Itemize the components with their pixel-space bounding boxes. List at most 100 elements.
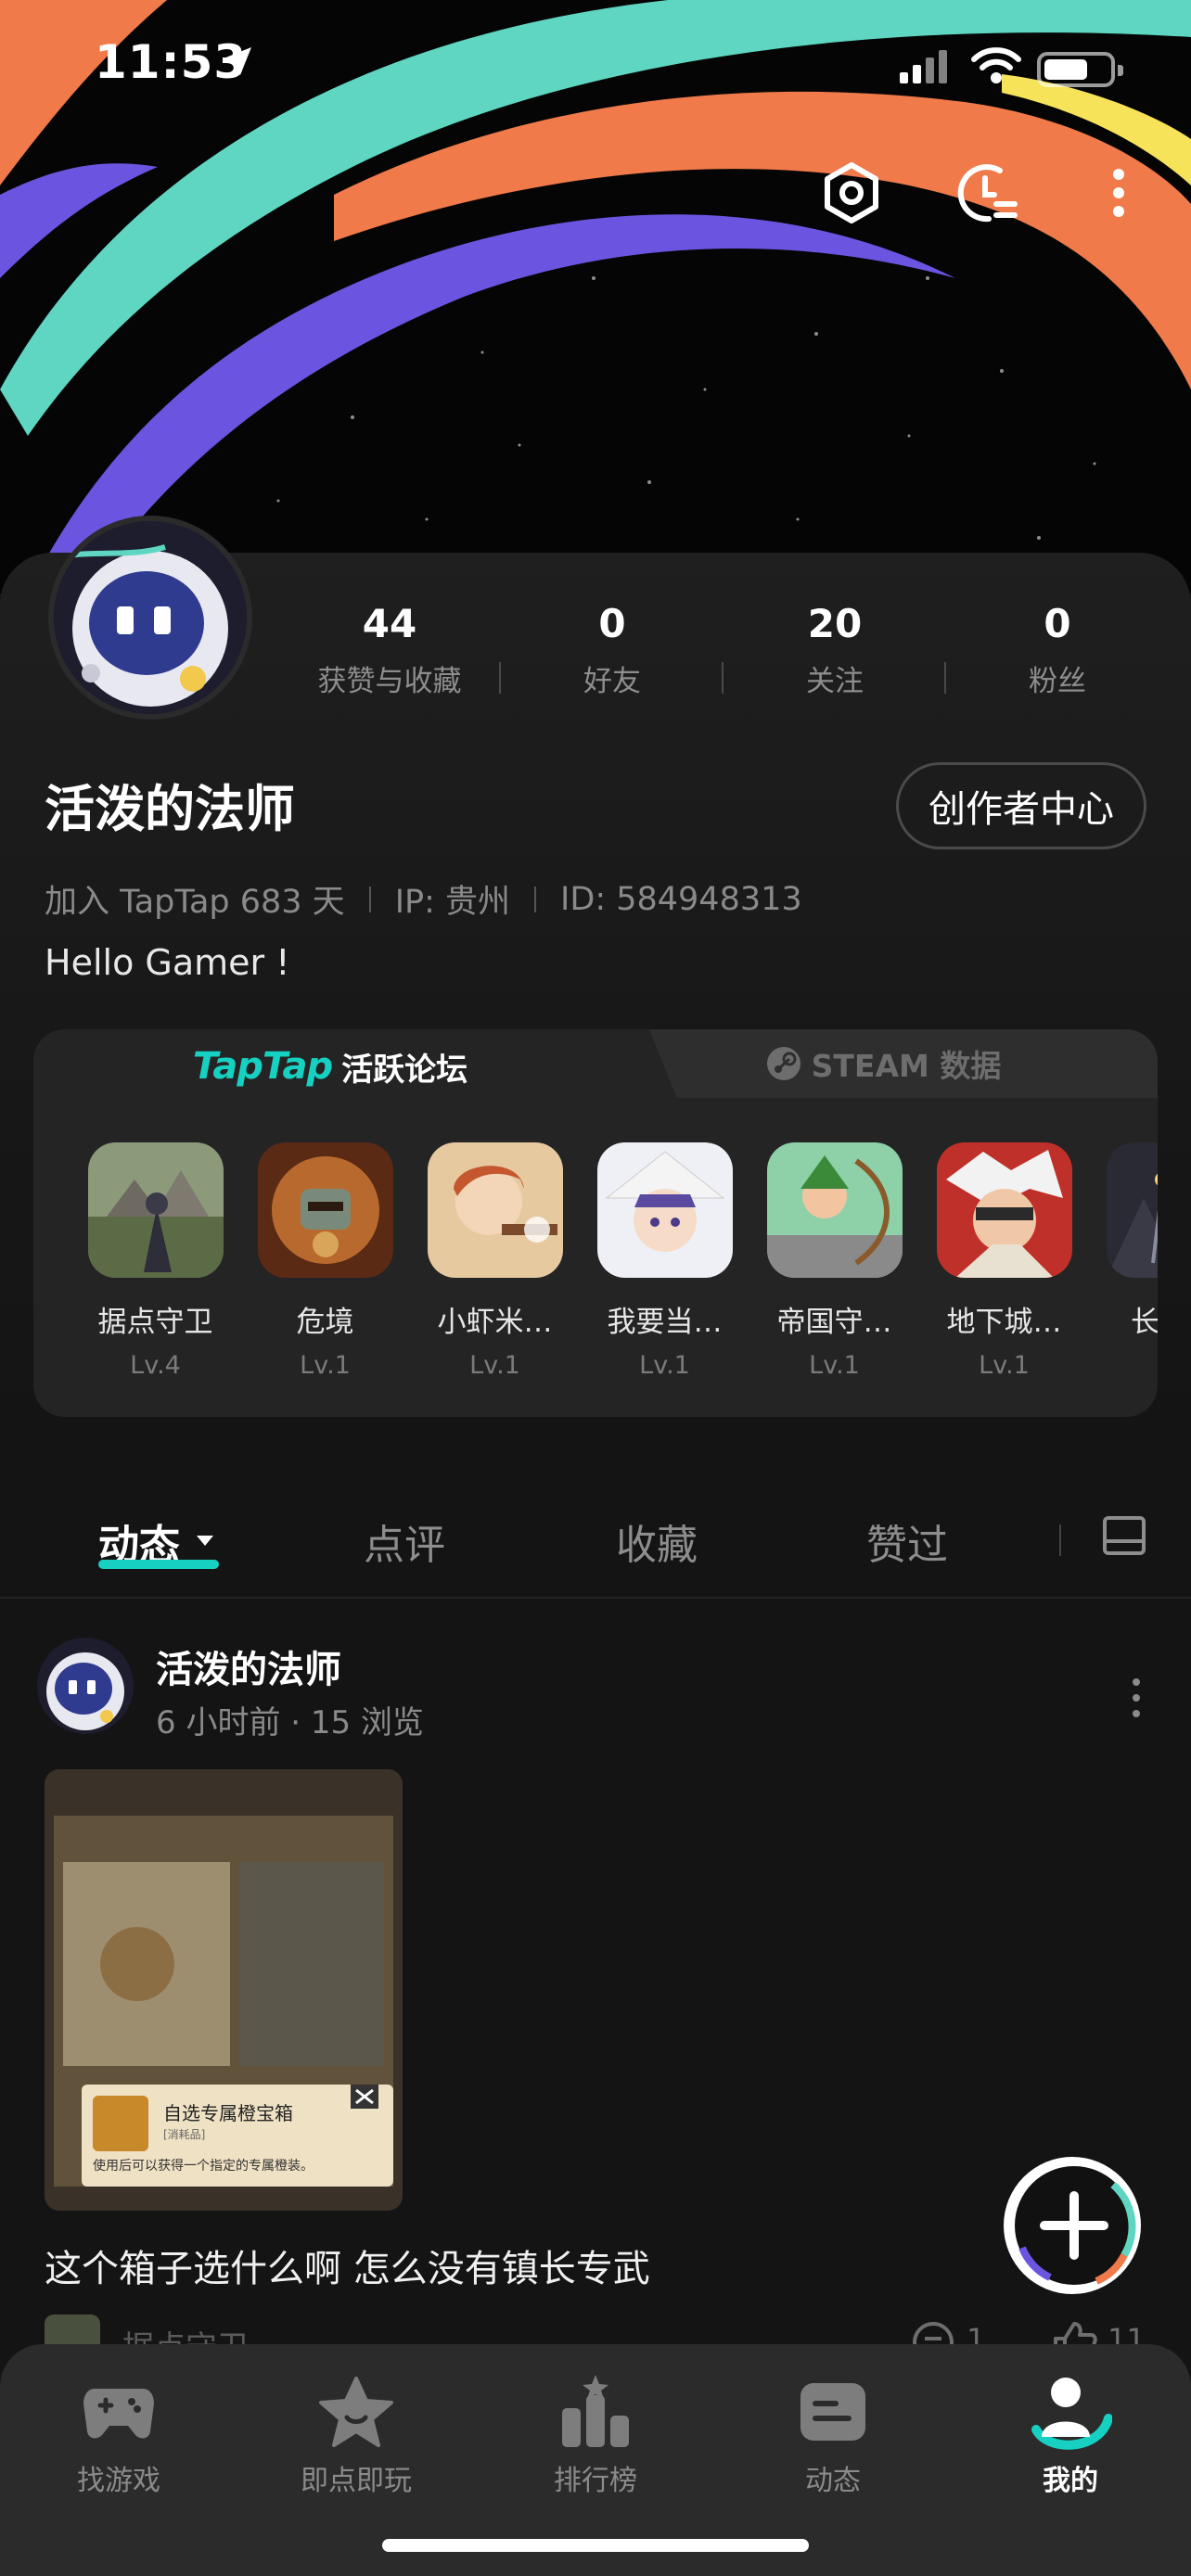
nav-find-games[interactable]: 找游戏: [45, 2370, 193, 2498]
panel-tabs: STEAM 数据 TapTap 活跃论坛: [33, 1029, 1158, 1103]
steam-icon: [766, 1047, 800, 1080]
join-days: 加入 TapTap 683 天: [45, 884, 345, 921]
tab-liked[interactable]: 赞过: [866, 1511, 948, 1571]
game-name: 帝国守…: [776, 1306, 892, 1339]
game-name: 我要当…: [607, 1306, 723, 1339]
post-more-icon[interactable]: [1122, 1675, 1150, 1721]
forum-game-item[interactable]: 危境 Lv.1: [240, 1142, 410, 1402]
game-icon: [936, 1142, 1072, 1278]
location-arrow-icon: [224, 47, 251, 75]
game-icon: [427, 1142, 563, 1278]
home-indicator[interactable]: [382, 2539, 809, 2552]
stat-label: 获赞与收藏: [317, 665, 462, 698]
game-level: Lv.1: [639, 1351, 690, 1380]
profile-icon: [1029, 2370, 1112, 2454]
tab-divider: [1059, 1524, 1061, 1556]
stat-value: 20: [807, 601, 863, 646]
meta-divider: [368, 886, 371, 912]
more-options-button[interactable]: [1082, 156, 1156, 230]
layout-toggle-icon[interactable]: [1102, 1513, 1146, 1558]
game-name: 地下城…: [946, 1306, 1062, 1339]
profile-username: 活泼的法师: [45, 780, 295, 838]
post-screenshot: 自选专属橙宝箱 [消耗品] 使用后可以获得一个指定的专属橙装。: [45, 1769, 403, 2211]
post-author-avatar[interactable]: [37, 1638, 134, 1734]
post-author-name[interactable]: 活泼的法师: [156, 1639, 341, 1693]
ip-location: IP: 贵州: [394, 884, 511, 921]
vertical-dots-icon: [1113, 169, 1124, 217]
game-level: Lv.4: [130, 1351, 181, 1380]
image-caption-title: 自选专属橙宝箱: [163, 2102, 293, 2124]
nav-label: 找游戏: [77, 2465, 160, 2497]
stat-label: 粉丝: [1029, 665, 1086, 698]
creator-center-button[interactable]: 创作者中心: [896, 762, 1146, 849]
stat-value: 0: [1044, 601, 1071, 646]
star-icon: [314, 2370, 398, 2454]
create-post-button[interactable]: [994, 2155, 1191, 2300]
image-caption-desc: 使用后可以获得一个指定的专属橙装。: [93, 2158, 314, 2174]
tab-steam-data[interactable]: STEAM 数据: [608, 1029, 1158, 1098]
history-button[interactable]: [950, 156, 1024, 230]
settings-button[interactable]: [814, 156, 889, 230]
tab-forum-label: 活跃论坛: [341, 1051, 468, 1089]
history-clock-icon: [957, 164, 1018, 223]
feed-tabs: 动态 点评 收藏 赞过: [0, 1471, 1191, 1599]
cellular-signal-icon: [900, 50, 947, 83]
ranking-icon: [554, 2370, 637, 2454]
forum-game-item[interactable]: 据点守卫 Lv.4: [70, 1142, 240, 1402]
stat-value: 0: [598, 601, 626, 646]
post-text: 这个箱子选什么啊 怎么没有镇长专武: [45, 2248, 650, 2290]
game-name: 小虾米…: [437, 1306, 553, 1339]
profile-stats: 44 获赞与收藏 0 好友 20 关注 0 粉丝: [278, 601, 1169, 703]
nav-profile[interactable]: 我的: [996, 2370, 1145, 2498]
image-caption-subtitle: [消耗品]: [163, 2128, 205, 2141]
game-icon: [257, 1142, 393, 1278]
stat-friends[interactable]: 0 好友: [501, 601, 724, 703]
active-forum-panel: STEAM 数据 TapTap 活跃论坛 据点守卫 Lv.4 危境 Lv.1 小…: [33, 1029, 1158, 1417]
game-level: Lv.1: [469, 1351, 520, 1380]
forum-game-item[interactable]: 地下城… Lv.1: [919, 1142, 1089, 1402]
meta-divider: [534, 886, 537, 912]
post-image[interactable]: 自选专属橙宝箱 [消耗品] 使用后可以获得一个指定的专属橙装。: [45, 1769, 403, 2211]
tab-active-forum[interactable]: TapTap 活跃论坛: [33, 1029, 627, 1103]
forum-game-item[interactable]: 长生劫 -: [1089, 1142, 1158, 1402]
profile-meta: 加入 TapTap 683 天 IP: 贵州 ID: 584948313: [45, 875, 802, 923]
avatar[interactable]: [48, 516, 252, 720]
chevron-down-icon[interactable]: [197, 1536, 213, 1546]
wifi-icon: [971, 47, 1021, 83]
tab-steam-label: STEAM 数据: [811, 1048, 1002, 1084]
forum-game-item[interactable]: 帝国守… Lv.1: [749, 1142, 919, 1402]
nav-label: 我的: [1043, 2465, 1098, 2497]
stat-following[interactable]: 20 关注: [724, 601, 946, 703]
nav-label: 排行榜: [554, 2465, 637, 2497]
robot-avatar-icon: [37, 1638, 134, 1734]
game-name: 长生劫: [1131, 1306, 1158, 1339]
tab-favorites[interactable]: 收藏: [616, 1511, 698, 1571]
nav-rankings[interactable]: 排行榜: [521, 2370, 670, 2498]
game-level: Lv.1: [300, 1351, 351, 1380]
stat-followers[interactable]: 0 粉丝: [946, 601, 1169, 703]
profile-bio: Hello Gamer !: [45, 942, 290, 983]
game-name: 危境: [296, 1306, 354, 1339]
feed-icon: [791, 2370, 875, 2454]
stat-likes-favorites[interactable]: 44 获赞与收藏: [278, 601, 501, 703]
forum-game-item[interactable]: 我要当… Lv.1: [580, 1142, 749, 1402]
game-level: Lv.1: [809, 1351, 860, 1380]
active-tab-indicator: [98, 1560, 219, 1569]
status-bar: 11:53: [0, 0, 1191, 139]
forum-game-item[interactable]: 小虾米… Lv.1: [410, 1142, 580, 1402]
forum-games-list: 据点守卫 Lv.4 危境 Lv.1 小虾米… Lv.1 我要当… Lv.1 帝国…: [70, 1142, 1158, 1402]
user-id[interactable]: ID: 584948313: [560, 881, 802, 918]
game-level: Lv.1: [979, 1351, 1030, 1380]
stat-label: 好友: [583, 665, 641, 698]
game-icon: [87, 1142, 224, 1278]
nav-feed[interactable]: 动态: [759, 2370, 907, 2498]
game-name: 据点守卫: [97, 1306, 213, 1339]
tab-reviews[interactable]: 点评: [364, 1511, 445, 1571]
nav-instant-play[interactable]: 即点即玩: [282, 2370, 430, 2498]
taptap-logo: TapTap: [192, 1045, 333, 1088]
game-icon: [766, 1142, 903, 1278]
stat-label: 关注: [806, 665, 864, 698]
post-meta: 6 小时前 · 15 浏览: [156, 1704, 424, 1741]
nav-label: 动态: [805, 2465, 861, 2497]
game-icon: [1106, 1142, 1158, 1278]
